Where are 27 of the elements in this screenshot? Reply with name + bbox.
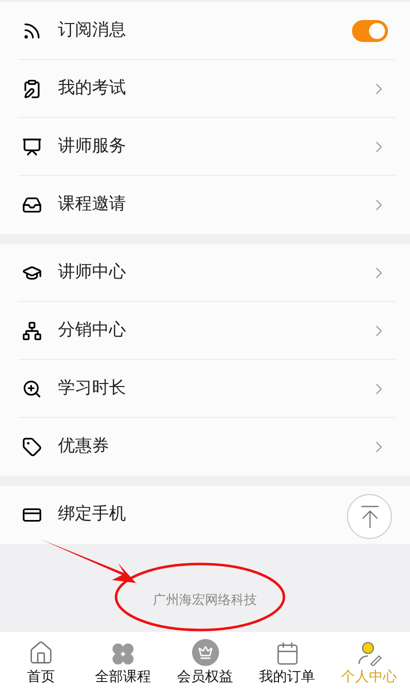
tab[interactable]: 首页 (0, 632, 82, 689)
company-name: 广州海宏网络科技 (153, 592, 257, 610)
crown-icon (192, 639, 218, 666)
menu-label[interactable]: 我的考试 (58, 76, 126, 102)
magnifier-icon (22, 379, 42, 399)
menu-label[interactable]: 讲师服务 (58, 134, 126, 160)
network-icon (22, 321, 42, 341)
calendar-icon (274, 641, 300, 666)
menu-label[interactable]: 优惠券 (58, 434, 109, 460)
tab[interactable]: 会员权益 (164, 632, 246, 689)
menu-label[interactable]: 讲师中心 (58, 260, 126, 286)
user-pen-icon (356, 640, 382, 666)
toggle-switch[interactable] (352, 20, 388, 42)
menu-label[interactable]: 订阅消息 (58, 18, 126, 44)
tag-icon (22, 437, 42, 457)
tab[interactable]: 我的订单 (246, 632, 328, 689)
menu-label[interactable]: 绑定手机 (58, 502, 126, 528)
tab[interactable]: 全部课程 (82, 632, 164, 689)
home-icon (28, 640, 54, 666)
menu-label[interactable]: 学习时长 (58, 376, 126, 402)
clipboard-pen-icon (22, 79, 42, 99)
presenter-icon (22, 137, 42, 157)
menu-label[interactable]: 课程邀请 (58, 192, 126, 218)
clover-icon (111, 642, 135, 666)
inbox-icon (22, 195, 42, 215)
rss-icon (22, 21, 42, 41)
menu-label[interactable]: 分销中心 (58, 318, 126, 344)
